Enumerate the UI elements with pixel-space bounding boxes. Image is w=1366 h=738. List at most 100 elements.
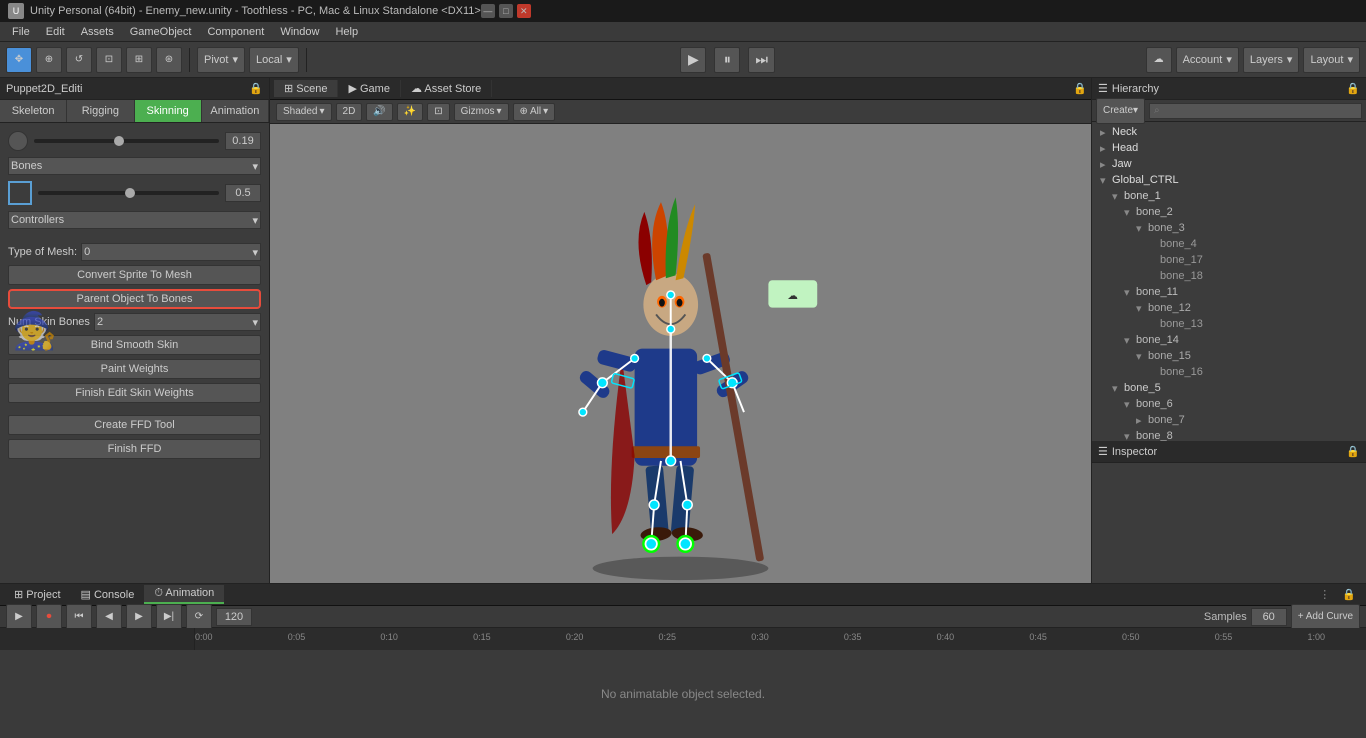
hierarchy-item[interactable]: ▾ bone_3 xyxy=(1092,220,1366,236)
anim-preview-btn[interactable]: ▶ xyxy=(6,604,32,630)
titlebar: U Unity Personal (64bit) - Enemy_new.uni… xyxy=(0,0,1366,22)
menu-help[interactable]: Help xyxy=(327,24,366,40)
effects-btn[interactable]: ✨ xyxy=(397,103,423,121)
create-ffd-btn[interactable]: Create FFD Tool xyxy=(8,415,261,435)
close-btn[interactable]: ✕ xyxy=(517,4,531,18)
hierarchy-item[interactable]: bone_13 xyxy=(1092,316,1366,332)
cloud-btn[interactable]: ☁ xyxy=(1146,47,1172,73)
local-label: Local xyxy=(256,54,282,66)
play-btn[interactable]: ▶ xyxy=(680,47,706,73)
hierarchy-item[interactable]: bone_17 xyxy=(1092,252,1366,268)
hierarchy-list[interactable]: ▸ Neck▸ Head▸ Jaw▾ Global_CTRL▾ bone_1▾ … xyxy=(1092,122,1366,441)
hierarchy-item[interactable]: ▸ bone_7 xyxy=(1092,412,1366,428)
menu-component[interactable]: Component xyxy=(199,24,272,40)
anim-prev-btn[interactable]: ◀ xyxy=(96,604,122,630)
bot-tab-console[interactable]: ▤ Console xyxy=(71,586,145,603)
parent-object-btn[interactable]: Parent Object To Bones xyxy=(8,289,261,309)
hierarchy-item[interactable]: ▾ bone_6 xyxy=(1092,396,1366,412)
hierarchy-search[interactable] xyxy=(1149,103,1362,119)
local-dropdown[interactable]: Local ▾ xyxy=(249,47,299,73)
vp-tab-scene[interactable]: ⊞ Scene xyxy=(274,80,338,97)
hierarchy-item[interactable]: ▾ bone_8 xyxy=(1092,428,1366,441)
convert-sprite-btn[interactable]: Convert Sprite To Mesh xyxy=(8,265,261,285)
hierarchy-item[interactable]: ▸ Neck xyxy=(1092,124,1366,140)
minimize-btn[interactable]: — xyxy=(481,4,495,18)
square-toggle[interactable] xyxy=(8,181,32,205)
create-dropdown[interactable]: Create ▾ xyxy=(1096,98,1145,124)
maximize-btn[interactable]: □ xyxy=(499,4,513,18)
hierarchy-item[interactable]: ▾ bone_5 xyxy=(1092,380,1366,396)
menu-window[interactable]: Window xyxy=(272,24,327,40)
all-dropdown[interactable]: ⊕ All ▾ xyxy=(513,103,556,121)
gizmos-dropdown[interactable]: Gizmos ▾ xyxy=(454,103,509,121)
account-dropdown[interactable]: Account ▾ xyxy=(1176,47,1239,73)
hierarchy-item[interactable]: ▾ bone_11 xyxy=(1092,284,1366,300)
hierarchy-item[interactable]: ▾ bone_1 xyxy=(1092,188,1366,204)
hierarchy-item[interactable]: bone_16 xyxy=(1092,364,1366,380)
viewport-canvas[interactable]: ☁ xyxy=(270,124,1091,583)
hierarchy-item[interactable]: ▾ bone_2 xyxy=(1092,204,1366,220)
tab-rigging[interactable]: Rigging xyxy=(67,100,134,122)
layout-dropdown[interactable]: Layout ▾ xyxy=(1303,47,1360,73)
tab-animation[interactable]: Animation xyxy=(202,100,269,122)
finish-ffd-btn[interactable]: Finish FFD xyxy=(8,439,261,459)
tab-skinning[interactable]: Skinning xyxy=(135,100,202,122)
add-curve-btn[interactable]: + Add Curve xyxy=(1291,604,1360,630)
timeline-content[interactable]: 0:000:050:100:150:200:250:300:350:400:45… xyxy=(195,628,1366,650)
anim-record-btn[interactable]: ⏺ xyxy=(36,604,62,630)
anim-loop-btn[interactable]: ⟳ xyxy=(186,604,212,630)
controllers-dropdown[interactable]: Controllers ▾ xyxy=(8,211,261,229)
hierarchy-item[interactable]: bone_18 xyxy=(1092,268,1366,284)
anim-play-btn[interactable]: ▶ xyxy=(126,604,152,630)
tool-rect[interactable]: ⊞ xyxy=(126,47,152,73)
time-mark: 1:00 xyxy=(1307,632,1325,642)
circle-toggle-1[interactable] xyxy=(8,131,28,151)
2d-btn[interactable]: 2D xyxy=(336,103,363,121)
hierarchy-item[interactable]: ▸ Head xyxy=(1092,140,1366,156)
pause-btn[interactable]: ⏸ xyxy=(714,47,740,73)
tool-transform[interactable]: ⊛ xyxy=(156,47,182,73)
hierarchy-item[interactable]: ▾ bone_12 xyxy=(1092,300,1366,316)
menu-assets[interactable]: Assets xyxy=(73,24,122,40)
slider2-thumb[interactable] xyxy=(125,188,135,198)
tab-skeleton[interactable]: Skeleton xyxy=(0,100,67,122)
pivot-dropdown[interactable]: Pivot ▾ xyxy=(197,47,245,73)
menu-gameobject[interactable]: GameObject xyxy=(122,24,200,40)
finish-edit-btn[interactable]: Finish Edit Skin Weights xyxy=(8,383,261,403)
num-skin-bones-input[interactable]: 2 ▾ xyxy=(94,313,261,331)
create-label: Create xyxy=(1103,105,1133,116)
hier-item-name: bone_5 xyxy=(1124,382,1161,394)
layers-dropdown[interactable]: Layers ▾ xyxy=(1243,47,1300,73)
tool-rotate[interactable]: ↺ xyxy=(66,47,92,73)
tool-scale[interactable]: ⊡ xyxy=(96,47,122,73)
shading-dropdown[interactable]: Shaded ▾ xyxy=(276,103,332,121)
menu-edit[interactable]: Edit xyxy=(38,24,73,40)
hierarchy-item[interactable]: ▾ Global_CTRL xyxy=(1092,172,1366,188)
tool-move[interactable]: ⊕ xyxy=(36,47,62,73)
vp-tab-assetstore[interactable]: ☁ Asset Store xyxy=(401,80,492,97)
slider2-track[interactable] xyxy=(38,191,219,195)
hierarchy-item[interactable]: bone_4 xyxy=(1092,236,1366,252)
bones-dropdown[interactable]: Bones ▾ xyxy=(8,157,261,175)
anim-next-btn[interactable]: ▶| xyxy=(156,604,182,630)
anim-frame-value[interactable]: 120 xyxy=(216,608,252,626)
step-btn[interactable]: ⏭ xyxy=(748,47,775,73)
hier-item-name: Neck xyxy=(1112,126,1137,138)
hierarchy-item[interactable]: ▸ Jaw xyxy=(1092,156,1366,172)
vp-tab-game[interactable]: ▶ Game xyxy=(338,80,400,97)
audio-btn[interactable]: 🔊 xyxy=(366,103,392,121)
unity-logo: U xyxy=(8,3,24,19)
tool-hand[interactable]: ✥ xyxy=(6,47,32,73)
anim-rewind-btn[interactable]: ⏮ xyxy=(66,604,92,630)
bot-tab-animation[interactable]: ⏱ Animation xyxy=(144,585,224,604)
hierarchy-item[interactable]: ▾ bone_15 xyxy=(1092,348,1366,364)
slider1-track[interactable] xyxy=(34,139,219,143)
slider1-thumb[interactable] xyxy=(114,136,124,146)
paint-weights-btn[interactable]: Paint Weights xyxy=(8,359,261,379)
resolution-btn[interactable]: ⊡ xyxy=(427,103,449,121)
type-of-mesh-dropdown[interactable]: 0 ▾ xyxy=(81,243,261,261)
bot-tab-project[interactable]: ⊞ Project xyxy=(4,586,71,603)
menu-file[interactable]: File xyxy=(4,24,38,40)
samples-value[interactable]: 60 xyxy=(1251,608,1287,626)
hierarchy-item[interactable]: ▾ bone_14 xyxy=(1092,332,1366,348)
